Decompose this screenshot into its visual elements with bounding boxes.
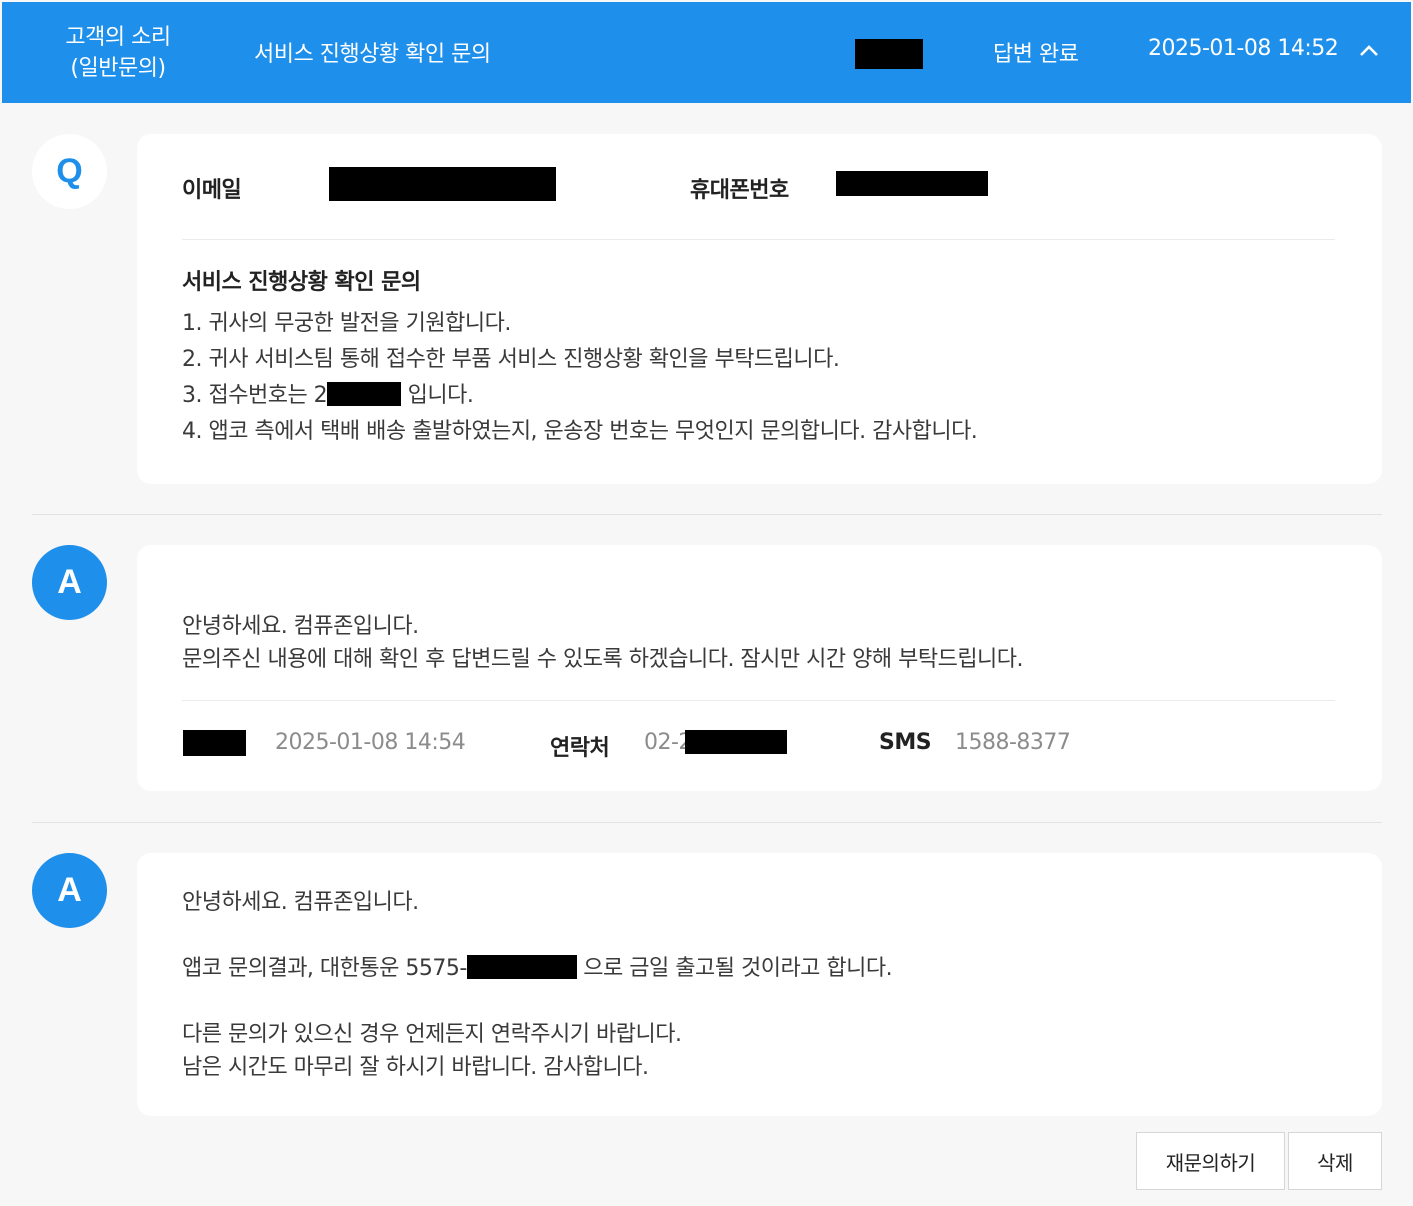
redacted-receipt-number	[327, 382, 402, 406]
answer-line: 문의주신 내용에 대해 확인 후 답변드릴 수 있도록 하겠습니다. 잠시만 시…	[182, 647, 1024, 672]
divider	[182, 700, 1335, 701]
delete-button[interactable]: 삭제	[1288, 1132, 1382, 1190]
redacted-author	[855, 39, 923, 69]
question-line: 2. 귀사 서비스팀 통해 접수한 부품 서비스 진행상황 확인을 부탁드립니다…	[182, 347, 840, 372]
redacted-contact	[685, 730, 787, 754]
tracking-suffix: 으로 금일 출고될 것이라고 합니다.	[576, 956, 893, 981]
reinquire-button[interactable]: 재문의하기	[1136, 1132, 1285, 1190]
inquiry-category: 고객의 소리 (일반문의)	[58, 22, 178, 84]
answer-line: 안녕하세요. 컴퓨존입니다.	[182, 614, 419, 639]
tracking-prefix: 앱코 문의결과, 대한통운 5575-	[182, 956, 467, 981]
divider	[182, 239, 1335, 240]
answer-line: 다른 문의가 있으신 경우 언제든지 연락주시기 바랍니다.	[182, 1022, 682, 1047]
answer-datetime: 2025-01-08 14:54	[275, 730, 466, 755]
answer-line: 안녕하세요. 컴퓨존입니다.	[182, 890, 419, 915]
inquiry-datetime: 2025-01-08 14:52	[1148, 36, 1339, 61]
chevron-up-icon[interactable]	[1358, 40, 1380, 62]
question-card: 이메일 휴대폰번호 서비스 진행상황 확인 문의 1. 귀사의 무궁한 발전을 …	[137, 134, 1382, 484]
section-divider	[32, 514, 1382, 515]
question-line-receipt: 3. 접수번호는 2 입니다.	[182, 378, 474, 414]
answer-card: 안녕하세요. 컴퓨존입니다. 문의주신 내용에 대해 확인 후 답변드릴 수 있…	[137, 545, 1382, 791]
contact-label: 연락처	[550, 736, 610, 761]
question-badge: Q	[32, 134, 107, 209]
question-line: 1. 귀사의 무궁한 발전을 기원합니다.	[182, 311, 511, 336]
answer-badge: A	[32, 545, 107, 620]
sms-label: SMS	[879, 730, 932, 755]
redacted-tracking-number	[466, 955, 577, 979]
question-subject: 서비스 진행상황 확인 문의	[182, 270, 421, 295]
redacted-phone	[836, 171, 988, 196]
category-type: (일반문의)	[70, 56, 166, 81]
receipt-prefix: 3. 접수번호는 2	[182, 383, 328, 408]
question-line: 4. 앱코 측에서 택배 배송 출발하였는지, 운송장 번호는 무엇인지 문의합…	[182, 419, 978, 444]
section-divider	[32, 822, 1382, 823]
category-name: 고객의 소리	[65, 25, 171, 50]
answer-line: 남은 시간도 마무리 잘 하시기 바랍니다. 감사합니다.	[182, 1055, 649, 1080]
receipt-suffix: 입니다.	[401, 383, 474, 408]
email-label: 이메일	[182, 178, 242, 203]
phone-label: 휴대폰번호	[690, 178, 789, 203]
answer-line-tracking: 앱코 문의결과, 대한통운 5575- 으로 금일 출고될 것이라고 합니다.	[182, 951, 893, 987]
answer-card: 안녕하세요. 컴퓨존입니다. 앱코 문의결과, 대한통운 5575- 으로 금일…	[137, 853, 1382, 1116]
inquiry-title: 서비스 진행상황 확인 문의	[254, 42, 491, 67]
redacted-email	[329, 167, 556, 201]
answer-badge: A	[32, 853, 107, 928]
inquiry-header[interactable]: 고객의 소리 (일반문의) 서비스 진행상황 확인 문의 답변 완료 2025-…	[2, 2, 1411, 103]
sms-number: 1588-8377	[955, 730, 1071, 755]
redacted-answerer	[183, 730, 246, 756]
status-badge: 답변 완료	[993, 42, 1079, 67]
